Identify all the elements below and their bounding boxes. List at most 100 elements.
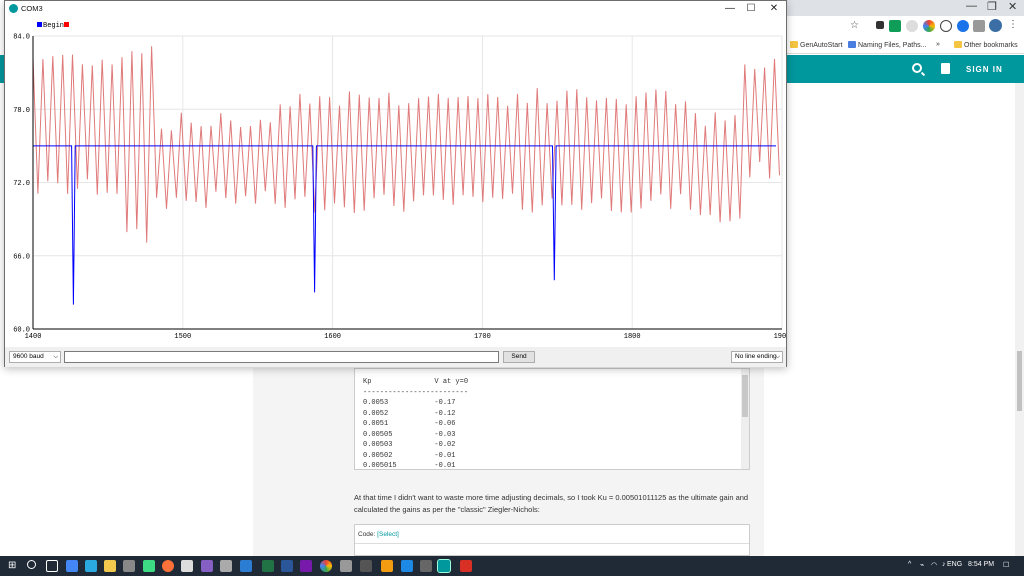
bookmark-naming-files[interactable]: Naming Files, Paths...: [848, 41, 926, 49]
x-tick-label: 1500: [174, 333, 191, 341]
code-line: 0.0051 -0.06: [363, 420, 456, 428]
send-button[interactable]: Send: [503, 351, 535, 363]
code-line: 0.0053 -0.17: [363, 399, 456, 407]
app-icon[interactable]: [401, 560, 413, 572]
chat-extension-icon[interactable]: [940, 20, 952, 32]
extension-circle-icon[interactable]: [906, 20, 918, 32]
bookmark-other[interactable]: Other bookmarks: [954, 41, 1018, 49]
y-tick-label: 66.0: [13, 253, 30, 261]
chrome-icon[interactable]: [320, 560, 332, 572]
folder-icon: [790, 41, 798, 48]
visual-studio-icon[interactable]: [201, 560, 213, 572]
x-tick-label: 1600: [324, 333, 341, 341]
word-icon[interactable]: [281, 560, 293, 572]
extension-s-icon[interactable]: [889, 20, 901, 32]
code-line: 0.00503 -0.02: [363, 441, 456, 449]
restore-icon[interactable]: ❐: [987, 0, 997, 13]
browser-titlebar: — ❐ ✕: [786, 0, 1024, 16]
maximize-button[interactable]: ☐: [745, 3, 757, 14]
minimize-icon[interactable]: —: [966, 0, 977, 12]
cart-icon[interactable]: [941, 63, 950, 74]
tray-network-icon[interactable]: ⌁: [920, 561, 924, 569]
app-icon[interactable]: [340, 560, 352, 572]
profile-avatar[interactable]: [989, 19, 1002, 32]
excel-icon[interactable]: [262, 560, 274, 572]
legend-swatch-red: [64, 22, 69, 27]
code-scrollbar-thumb[interactable]: [742, 375, 748, 417]
plot-legend: Begin: [37, 22, 69, 30]
x-tick-label: 1700: [474, 333, 491, 341]
x-tick-label: 1900: [774, 333, 786, 341]
onenote-icon[interactable]: [300, 560, 312, 572]
chevron-down-icon: ⌵: [775, 354, 780, 360]
android-icon[interactable]: [143, 560, 155, 572]
app-icon[interactable]: [420, 560, 432, 572]
tray-chevron-icon[interactable]: ^: [908, 561, 911, 568]
extension-badge-icon[interactable]: [957, 20, 969, 32]
serial-input[interactable]: [64, 351, 499, 363]
code-header: Code: [Select]: [358, 531, 399, 538]
x-tick-label: 1800: [624, 333, 641, 341]
bookmark-star-icon[interactable]: ☆: [850, 20, 862, 32]
tray-wifi-icon[interactable]: ◠: [931, 561, 937, 569]
bookmarks-overflow[interactable]: »: [936, 41, 940, 48]
code-scrollbar[interactable]: [741, 369, 749, 469]
signin-link[interactable]: SIGN IN: [966, 65, 1003, 74]
browser-toolbar: ☆ ⋮: [786, 16, 1024, 38]
serial-plotter-window: COM3 — ☐ ✕ 14001500160017001800190084.07…: [4, 0, 787, 367]
code-line: 0.0052 -0.12: [363, 409, 456, 418]
app-icon[interactable]: [66, 560, 78, 572]
minimize-button[interactable]: —: [724, 3, 736, 14]
app-icon[interactable]: [240, 560, 252, 572]
app-icon[interactable]: [360, 560, 372, 572]
page-icon: [848, 41, 856, 48]
page-scrollbar[interactable]: [1015, 83, 1024, 556]
clock[interactable]: 8:54 PM: [968, 561, 994, 568]
acrobat-icon[interactable]: [460, 560, 472, 572]
plot-area: 14001500160017001800190084.078.072.066.0…: [13, 22, 786, 341]
line-ending-select[interactable]: No line ending ⌵: [731, 351, 783, 363]
plotter-bottom-bar: 9600 baud ⌵ Send No line ending ⌵: [5, 347, 786, 367]
bookmarks-bar: GenAutoStart Naming Files, Paths... » Ot…: [786, 38, 1024, 54]
window-title: COM3: [21, 4, 43, 13]
app-icon[interactable]: [220, 560, 232, 572]
close-icon[interactable]: ✕: [1008, 0, 1017, 13]
chevron-down-icon: ⌵: [53, 354, 58, 360]
divider: [355, 543, 749, 544]
file-explorer-icon[interactable]: [104, 560, 116, 572]
plotter-titlebar: COM3 — ☐ ✕: [5, 1, 786, 17]
browser-menu-icon[interactable]: ⋮: [1008, 19, 1020, 31]
task-view-icon[interactable]: [46, 560, 58, 572]
search-icon[interactable]: [912, 63, 922, 73]
baud-select[interactable]: 9600 baud ⌵: [9, 351, 61, 363]
legend-swatch-blue: [37, 22, 42, 27]
language-indicator[interactable]: ENG: [947, 561, 962, 568]
legend-label: Begin: [43, 22, 64, 30]
tray-volume-icon[interactable]: ♪: [942, 561, 946, 568]
code-select-link[interactable]: [Select]: [377, 531, 399, 538]
series-red: [32, 46, 780, 243]
page-scrollbar-thumb[interactable]: [1017, 351, 1022, 411]
arduino-icon[interactable]: [437, 559, 451, 573]
line-ending-value: No line ending: [735, 353, 777, 360]
y-tick-label: 72.0: [13, 180, 30, 188]
close-button[interactable]: ✕: [768, 3, 780, 14]
puzzle-extension-icon[interactable]: [973, 20, 985, 32]
search-icon[interactable]: [27, 560, 36, 569]
arduino-logo-icon: [9, 4, 18, 13]
eyedropper-icon[interactable]: [876, 21, 884, 29]
windows-start-icon[interactable]: ⊞: [8, 560, 20, 572]
y-tick-label: 84.0: [13, 34, 30, 42]
bookmark-genautostart[interactable]: GenAutoStart: [790, 41, 842, 49]
code-line: 0.005015 -0.01: [363, 462, 456, 470]
notification-icon[interactable]: ☐: [1003, 561, 1009, 569]
code-line: 0.00502 -0.01: [363, 451, 456, 460]
code-line: 0.00505 -0.03: [363, 430, 456, 439]
code-block-table: Kp V at y=0 ------------------------- 0.00…: [354, 368, 750, 470]
app-icon[interactable]: [123, 560, 135, 572]
google-extension-icon[interactable]: [923, 20, 935, 32]
app-icon[interactable]: [85, 560, 97, 572]
app-icon[interactable]: [381, 560, 393, 572]
firefox-icon[interactable]: [162, 560, 174, 572]
app-icon[interactable]: [181, 560, 193, 572]
